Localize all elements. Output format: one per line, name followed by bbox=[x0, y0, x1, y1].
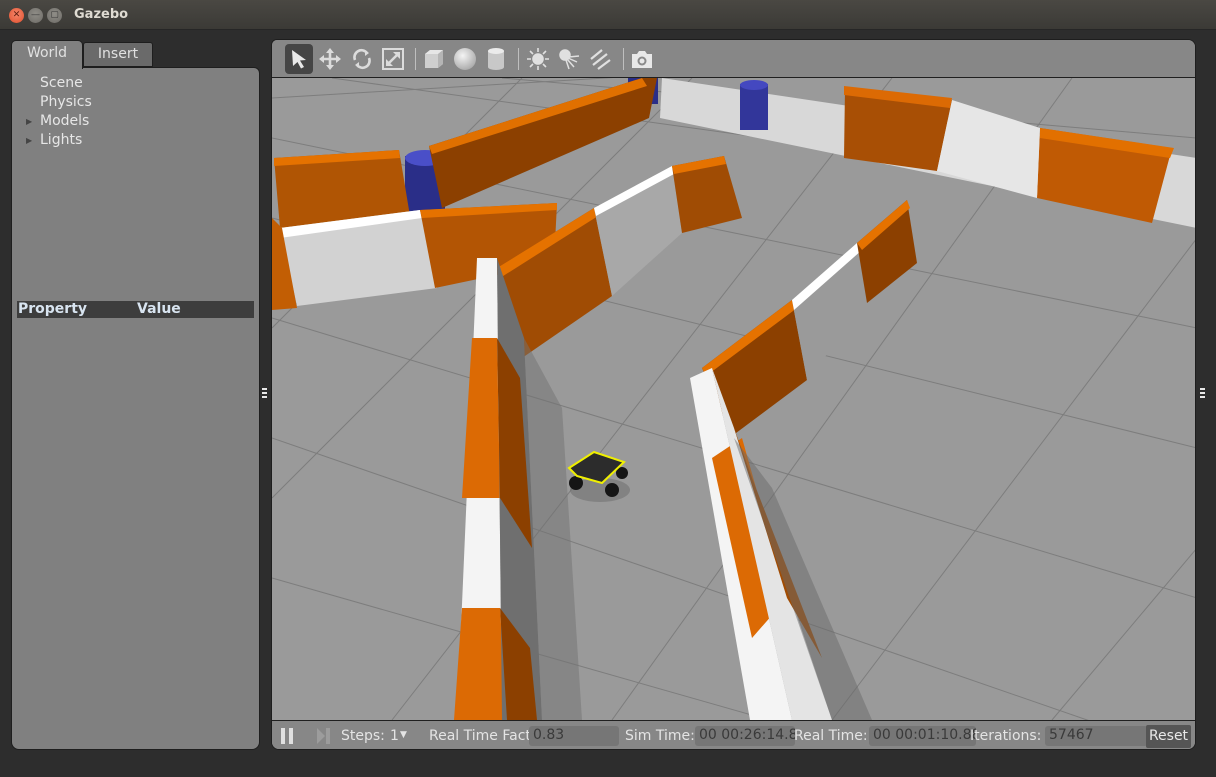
cylinder-shape-button[interactable] bbox=[482, 44, 510, 74]
steps-value[interactable]: 1 bbox=[390, 728, 399, 744]
rotate-icon bbox=[353, 48, 371, 70]
tab-world[interactable]: World bbox=[11, 40, 83, 69]
scene-render[interactable] bbox=[272, 78, 1196, 720]
toolbar bbox=[272, 40, 1195, 78]
tree-item-lights[interactable]: ▶ Lights bbox=[12, 131, 259, 150]
scale-icon bbox=[382, 48, 404, 70]
sim-time-field: 00 00:26:14.81 bbox=[695, 726, 795, 746]
point-light-icon bbox=[527, 48, 549, 70]
directional-light-button[interactable] bbox=[586, 44, 614, 74]
left-panel-splitter-handle[interactable] bbox=[262, 388, 267, 402]
cylinder-icon bbox=[488, 48, 504, 70]
reset-button[interactable]: Reset bbox=[1146, 725, 1191, 748]
camera-icon bbox=[632, 51, 652, 68]
scale-mode-button[interactable] bbox=[379, 44, 407, 74]
steps-label: Steps: bbox=[341, 728, 385, 744]
real-time-factor-label: Real Time Fact bbox=[429, 728, 531, 744]
expand-arrow-icon[interactable]: ▶ bbox=[26, 131, 32, 150]
tree-item-physics[interactable]: Physics bbox=[12, 93, 259, 112]
tree-item-label: Lights bbox=[40, 132, 83, 148]
render-panel: Steps: 1 ▼ Real Time Fact 0.83 Sim Time:… bbox=[271, 39, 1196, 750]
rotate-mode-button[interactable] bbox=[348, 44, 376, 74]
step-button[interactable] bbox=[316, 727, 332, 749]
iterations-field: 57467 bbox=[1045, 726, 1148, 746]
real-time-field: 00 00:01:10.88 bbox=[869, 726, 976, 746]
3d-viewport[interactable] bbox=[272, 78, 1196, 720]
barrel bbox=[740, 80, 768, 130]
sphere-icon bbox=[454, 48, 476, 70]
column-header-property[interactable]: Property bbox=[18, 301, 87, 318]
tree-item-label: Models bbox=[40, 113, 90, 129]
toolbar-separator bbox=[623, 48, 624, 70]
directional-light-icon bbox=[590, 49, 611, 70]
tab-insert[interactable]: Insert bbox=[83, 42, 153, 67]
steps-dropdown-icon[interactable]: ▼ bbox=[400, 730, 407, 740]
point-light-button[interactable] bbox=[524, 44, 552, 74]
spot-light-icon bbox=[559, 49, 580, 70]
world-panel: Scene Physics ▶ Models ▶ Lights Property V… bbox=[11, 67, 260, 750]
minimize-window-button[interactable]: — bbox=[28, 8, 43, 23]
box-icon bbox=[425, 50, 443, 68]
world-tree: Scene Physics ▶ Models ▶ Lights bbox=[12, 74, 259, 150]
step-forward-icon bbox=[317, 728, 330, 744]
expand-arrow-icon[interactable]: ▶ bbox=[26, 112, 32, 131]
pause-button[interactable] bbox=[280, 727, 296, 749]
toolbar-separator bbox=[415, 48, 416, 70]
sphere-shape-button[interactable] bbox=[451, 44, 479, 74]
window-title: Gazebo bbox=[74, 7, 129, 22]
splitter-handle[interactable] bbox=[142, 295, 150, 310]
move-arrows-icon bbox=[319, 48, 341, 70]
right-panel-splitter-handle[interactable] bbox=[1200, 388, 1205, 402]
pause-icon bbox=[281, 728, 293, 744]
real-time-label: Real Time: bbox=[794, 728, 868, 744]
arrow-cursor-icon bbox=[292, 50, 306, 69]
spot-light-button[interactable] bbox=[555, 44, 583, 74]
translate-mode-button[interactable] bbox=[316, 44, 344, 74]
close-window-button[interactable]: ✕ bbox=[9, 8, 24, 23]
toolbar-separator bbox=[518, 48, 519, 70]
property-table-header: Property Value bbox=[17, 301, 254, 318]
column-header-value[interactable]: Value bbox=[137, 301, 181, 318]
maximize-window-button[interactable]: ▢ bbox=[47, 8, 62, 23]
simulation-control-bar: Steps: 1 ▼ Real Time Fact 0.83 Sim Time:… bbox=[272, 720, 1195, 749]
tree-item-label: Scene bbox=[40, 75, 83, 91]
screenshot-button[interactable] bbox=[628, 44, 656, 74]
tree-item-models[interactable]: ▶ Models bbox=[12, 112, 259, 131]
tree-item-scene[interactable]: Scene bbox=[12, 74, 259, 93]
select-mode-button[interactable] bbox=[285, 44, 313, 74]
tree-item-label: Physics bbox=[40, 94, 92, 110]
real-time-factor-field: 0.83 bbox=[529, 726, 619, 746]
box-shape-button[interactable] bbox=[420, 44, 448, 74]
iterations-label: Iterations: bbox=[970, 728, 1042, 744]
window-titlebar: ✕ — ▢ Gazebo bbox=[0, 0, 1216, 30]
sim-time-label: Sim Time: bbox=[625, 728, 695, 744]
